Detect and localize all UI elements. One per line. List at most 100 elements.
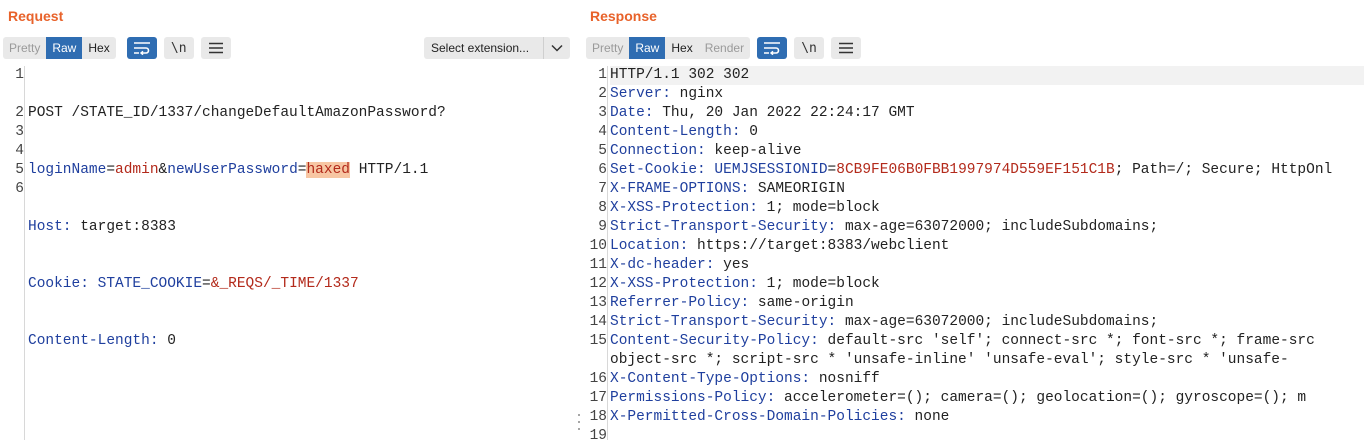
tab-pretty[interactable]: Pretty (586, 37, 629, 59)
response-line: object-src *; script-src * 'unsafe-inlin… (610, 351, 1364, 370)
request-line-text: POST /STATE_ID/1337/changeDefaultAmazonP… (28, 105, 446, 121)
header-value: nosniff (810, 371, 880, 387)
tab-raw[interactable]: Raw (629, 37, 666, 59)
header-value: target:8383 (71, 219, 176, 235)
header-name: Strict-Transport-Security: (610, 314, 837, 330)
line-number: 3 (15, 124, 24, 140)
select-extension-label: Select extension... (431, 41, 530, 55)
line-number: 1 (15, 67, 24, 83)
line-number: 4 (15, 143, 24, 159)
response-line: X-dc-header: yes (610, 256, 1364, 275)
response-editor[interactable]: 1 2 3 4 5 6 7 8 9 10 11 12 13 14 15 16 17 18 19 HTTP/1.1 3… (583, 66, 1364, 440)
pane-divider[interactable] (576, 0, 583, 440)
tab-pretty[interactable]: Pretty (3, 37, 46, 59)
line-number: 10 (589, 238, 607, 254)
header-value: max-age=63072000; includeSubdomains; (836, 314, 1159, 330)
line-number: 2 (15, 105, 24, 121)
header-name: Connection: (610, 143, 706, 159)
header-value: https://target:8383/webclient (688, 238, 950, 254)
hamburger-icon (208, 42, 223, 54)
header-value: same-origin (749, 295, 854, 311)
request-line: Host: target:8383 (28, 218, 576, 237)
wrap-lines-button[interactable] (757, 37, 788, 59)
request-line: Content-Length: 0 (28, 332, 576, 351)
line-number: 5 (15, 162, 24, 178)
response-line: Connection: keep-alive (610, 142, 1364, 161)
header-value: none (905, 409, 950, 425)
hamburger-icon (839, 42, 854, 54)
header-value: Thu, 20 Jan 2022 22:24:17 GMT (653, 105, 915, 121)
request-view-tabs: Pretty Raw Hex (3, 37, 116, 59)
menu-button[interactable] (831, 37, 862, 59)
tab-render[interactable]: Render (699, 37, 750, 59)
header-name: Strict-Transport-Security: (610, 219, 837, 235)
cookie-name: STATE_COOKIE (88, 276, 203, 292)
line-number: 6 (598, 162, 607, 178)
line-number: 5 (598, 143, 607, 159)
header-name: Host: (28, 219, 72, 235)
header-name: X-dc-header: (610, 257, 715, 273)
header-name: Set-Cookie: (610, 162, 706, 178)
param-name: newUserPassword (167, 162, 298, 178)
request-line: POST /STATE_ID/1337/changeDefaultAmazonP… (28, 104, 576, 123)
show-newlines-button[interactable]: \n (163, 37, 194, 59)
header-value: keep-alive (705, 143, 802, 159)
tab-hex[interactable]: Hex (82, 37, 115, 59)
response-line: Set-Cookie: UEMJSESSIONID=8CB9FE06B0FBB1… (610, 161, 1364, 180)
header-value: SAMEORIGIN (749, 181, 845, 197)
header-value: 1; mode=block (757, 276, 880, 292)
wrap-lines-icon (764, 42, 781, 55)
line-number: 19 (589, 428, 607, 440)
response-code: HTTP/1.1 302 302 Server: nginx Date: Thu, … (610, 66, 1364, 440)
ampersand: & (158, 162, 168, 178)
header-name: Server: (610, 86, 671, 102)
line-number: 2 (598, 86, 607, 102)
line-number: 16 (589, 371, 607, 387)
response-line: HTTP/1.1 302 302 (610, 66, 1364, 85)
response-line: Permissions-Policy: accelerometer=(); ca… (610, 389, 1364, 408)
tab-raw[interactable]: Raw (46, 37, 83, 59)
equals: = (827, 162, 837, 178)
chevron-down-icon (544, 44, 570, 52)
header-name: Date: (610, 105, 654, 121)
line-number: 12 (589, 276, 607, 292)
highlighted-param-value: haxed (306, 162, 350, 178)
header-name: X-Permitted-Cross-Domain-Policies: (610, 409, 906, 425)
header-value: 0 (740, 124, 758, 140)
http-version: HTTP/1.1 (350, 162, 429, 178)
resize-grip-icon[interactable] (577, 414, 581, 430)
status-line: HTTP/1.1 302 302 (610, 67, 750, 83)
line-number: 1 (598, 67, 607, 83)
header-value: object-src *; script-src * 'unsafe-inlin… (610, 352, 1289, 368)
header-value: yes (714, 257, 750, 273)
response-line: Referrer-Policy: same-origin (610, 294, 1364, 313)
line-number: 7 (598, 181, 607, 197)
tab-hex[interactable]: Hex (665, 37, 698, 59)
response-toolbar: Pretty Raw Hex Render \n (586, 37, 862, 59)
cookie-attributes: ; Path=/; Secure; HttpOnl (1114, 162, 1333, 178)
line-number: 8 (598, 200, 607, 216)
header-name: X-Content-Type-Options: (610, 371, 811, 387)
line-number: 17 (589, 390, 607, 406)
header-name: Content-Length: (610, 124, 741, 140)
response-line: X-Content-Type-Options: nosniff (610, 370, 1364, 389)
menu-button[interactable] (200, 37, 231, 59)
cookie-value: 8CB9FE06B0FBB1997974D559EF151C1B (836, 162, 1115, 178)
line-number: 4 (598, 124, 607, 140)
header-value: 1; mode=block (757, 200, 880, 216)
equals: = (202, 276, 211, 292)
response-line (610, 427, 1364, 440)
header-name: Location: (610, 238, 689, 254)
header-name: Content-Security-Policy: (610, 333, 819, 349)
request-pane: Request Pretty Raw Hex \n Select extensi… (0, 0, 576, 440)
request-code: POST /STATE_ID/1337/changeDefaultAmazonP… (28, 66, 576, 440)
header-value: max-age=63072000; includeSubdomains; (836, 219, 1159, 235)
header-name: X-XSS-Protection: (610, 276, 758, 292)
select-extension-dropdown[interactable]: Select extension... (424, 37, 570, 59)
wrap-lines-button[interactable] (126, 37, 157, 59)
request-toolbar: Pretty Raw Hex \n (3, 37, 231, 59)
show-newlines-button[interactable]: \n (794, 37, 825, 59)
request-editor[interactable]: 1 2 3 4 5 6 POST /STATE_ID/1337/changeDe… (0, 66, 576, 440)
response-line: X-XSS-Protection: 1; mode=block (610, 199, 1364, 218)
line-number: 18 (589, 409, 607, 425)
